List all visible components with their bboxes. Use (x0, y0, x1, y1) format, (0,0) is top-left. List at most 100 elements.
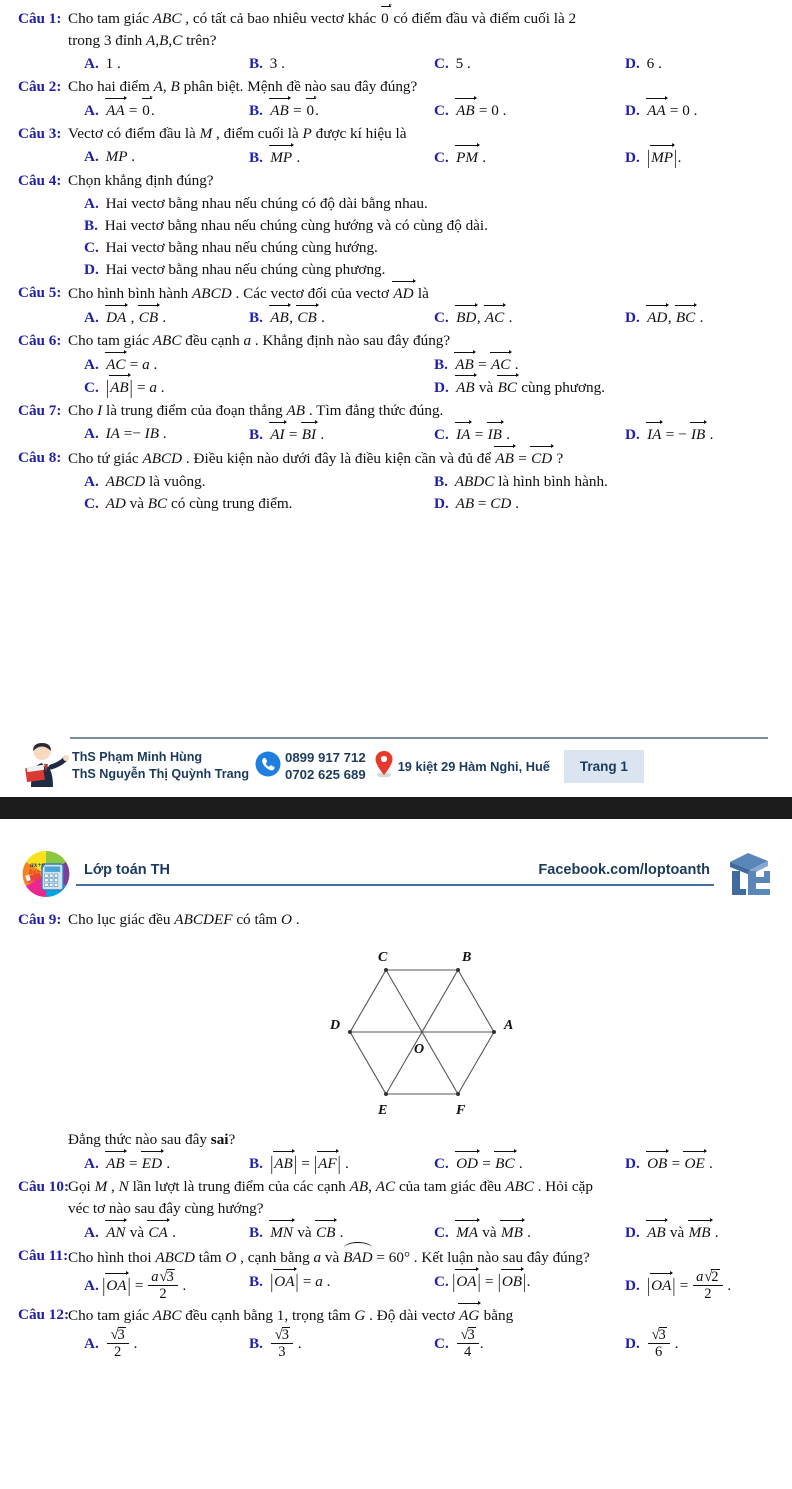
page-separator-wrap (0, 789, 792, 831)
option-5-d[interactable]: D. AD, BC . (599, 302, 776, 329)
question-8-label: Câu 8: (18, 449, 62, 466)
teacher-names: ThS Phạm Minh Hùng ThS Nguyễn Thị Quỳnh … (72, 749, 249, 783)
question-6-body: Cho tam giác ABC đều cạnh a . Khẳng định… (68, 330, 776, 399)
question-5-label: Câu 5: (18, 284, 62, 301)
option-12-c[interactable]: C. √3 4. (422, 1327, 599, 1361)
question-1-body: Cho tam giác ABC , có tất cả bao nhiêu v… (68, 4, 776, 75)
question-8: Câu 8: Cho tứ giác ABCD . Điều kiện nào … (0, 443, 792, 515)
address-text: 19 kiệt 29 Hàm Nghi, Huế (397, 758, 550, 774)
option-12-d[interactable]: D. √3 6 . (599, 1327, 776, 1361)
option-1-d[interactable]: D. 6 . (599, 53, 776, 75)
question-9-body: Cho lục giác đều ABCDEF có tâm O . A B C… (68, 909, 776, 1175)
question-11-body: Cho hình thoi ABCD tâm O , cạnh bằng a v… (68, 1242, 776, 1303)
option-6-c[interactable]: C. |AB| = a . (68, 372, 422, 399)
option-6-d[interactable]: D. AB và BC cùng phương. (422, 372, 776, 399)
question-4-options: A. Hai vectơ bằng nhau nếu chúng có độ d… (68, 193, 776, 281)
option-9-a[interactable]: A. AB = ED . (68, 1148, 245, 1175)
question-3-label: Câu 3: (18, 125, 62, 142)
option-8-b[interactable]: B. ABDC là hình bình hành. (422, 471, 776, 493)
question-4-body: Chọn khẳng định đúng? A. Hai vectơ bằng … (68, 170, 776, 281)
question-9: Câu 9: Cho lục giác đều ABCDEF có tâm O … (0, 909, 792, 1175)
question-6-stem: Cho tam giác ABC đều cạnh a . Khẳng định… (68, 332, 451, 349)
option-11-c[interactable]: C. |OA| = |OB|. (422, 1266, 599, 1303)
option-6-a[interactable]: A. AC = a . (68, 349, 422, 376)
teacher-name-1: ThS Phạm Minh Hùng (72, 750, 203, 764)
question-7-label: Câu 7: (18, 402, 62, 419)
option-2-c[interactable]: C. AB = 0 . (422, 95, 599, 122)
option-3-a[interactable]: A. MP . (68, 146, 245, 169)
question-2-options: A. AA = 0. B. AB = 0. C. AB = 0 . D. AA … (68, 95, 776, 122)
option-10-d[interactable]: D. AB và MB . (599, 1217, 776, 1244)
option-2-d[interactable]: D. AA = 0 . (599, 95, 776, 122)
regular-hexagon-figure: A B C D E F O (68, 937, 776, 1127)
question-9-label: Câu 9: (18, 911, 62, 928)
hexagon-vertex-e: E (377, 1103, 387, 1118)
option-7-b[interactable]: B. AI = BI . (245, 419, 422, 446)
question-2-stem: Cho hai điểm A, B phân biệt. Mệnh đề nào… (68, 78, 418, 95)
option-11-b[interactable]: B. |OA| = a . (245, 1266, 422, 1303)
question-9-stem: Cho lục giác đều ABCDEF có tâm O . (68, 911, 300, 928)
phone-number-1: 0899 917 712 (285, 750, 366, 765)
option-12-b[interactable]: B. √3 3 . (245, 1327, 422, 1361)
page-separator (0, 797, 792, 819)
question-10-label: Câu 10: (18, 1178, 70, 1195)
brand-title: Lớp toán TH (84, 862, 171, 878)
option-12-a[interactable]: A. √3 2 . (68, 1327, 245, 1361)
option-3-d[interactable]: D. |MP|. (599, 142, 776, 169)
option-11-d[interactable]: D. |OA| = a√2 2 . (599, 1269, 776, 1303)
page-number-badge: Trang 1 (563, 749, 644, 783)
option-10-a[interactable]: A. AN và CA . (68, 1217, 245, 1244)
option-11-a[interactable]: A. |OA| = a√3 2 . (68, 1269, 245, 1303)
option-10-b[interactable]: B. MN và CB . (245, 1217, 422, 1244)
question-7-options: A. IA =− IB . B. AI = BI . C. IA = IB . … (68, 419, 776, 446)
question-12: Câu 12: Cho tam giác ABC đều cạnh bằng 1… (0, 1300, 792, 1361)
hexagon-center-o: O (414, 1042, 424, 1057)
question-8-stem: Cho tứ giác ABCD . Điều kiện nào dưới đâ… (68, 443, 776, 470)
facebook-link[interactable]: Facebook.com/loptoanth (538, 862, 710, 878)
option-7-c[interactable]: C. IA = IB . (422, 419, 599, 446)
option-1-c[interactable]: C. 5 . (422, 53, 599, 75)
question-7-body: Cho I là trung điểm của đoạn thẳng AB . … (68, 400, 776, 446)
option-9-b[interactable]: B. |AB| = |AF| . (245, 1148, 422, 1175)
teacher-avatar-icon (18, 743, 70, 789)
question-1-options: A. 1 . B. 3 . C. 5 . D. 6 . (68, 53, 776, 75)
page-2-header-bar: Lớp toán TH Facebook.com/loptoanth (76, 862, 714, 886)
svg-text:bx+: bx+ (29, 867, 41, 876)
option-8-c[interactable]: C. AD và BC có cùng trung điểm. (68, 493, 422, 515)
question-2-body: Cho hai điểm A, B phân biệt. Mệnh đề nào… (68, 76, 776, 122)
option-4-c[interactable]: C. Hai vectơ bằng nhau nếu chúng cùng hư… (68, 237, 776, 259)
question-11: Câu 11: Cho hình thoi ABCD tâm O , cạnh … (0, 1242, 792, 1303)
option-9-c[interactable]: C. OD = BC . (422, 1148, 599, 1175)
option-2-a[interactable]: A. AA = 0. (68, 95, 245, 122)
option-7-a[interactable]: A. IA =− IB . (68, 423, 245, 446)
option-8-a[interactable]: A. ABCD là vuông. (68, 471, 422, 493)
option-5-a[interactable]: A. DA , CB . (68, 302, 245, 329)
question-11-stem: Cho hình thoi ABCD tâm O , cạnh bằng a v… (68, 1242, 776, 1269)
option-4-b[interactable]: B. Hai vectơ bằng nhau nếu chúng cùng hư… (68, 215, 776, 237)
option-4-d[interactable]: D. Hai vectơ bằng nhau nếu chúng cùng ph… (68, 259, 776, 281)
option-5-c[interactable]: C. BD, AC . (422, 302, 599, 329)
question-12-options: A. √3 2 . B. √3 3 . C. √3 4. D. √3 6 . (68, 1327, 776, 1361)
question-7: Câu 7: Cho I là trung điểm của đoạn thẳn… (0, 400, 792, 446)
option-2-b[interactable]: B. AB = 0. (245, 95, 422, 122)
question-3: Câu 3: Vectơ có điểm đầu là M , điểm cuố… (0, 123, 792, 169)
option-3-c[interactable]: C. PM . (422, 142, 599, 169)
page-2: ax+y bx+ Lớp toán TH Facebook.com/loptoa… (0, 831, 792, 1361)
page-1: Câu 1: Cho tam giác ABC , có tất cả bao … (0, 0, 792, 789)
question-3-options: A. MP . B. MP . C. PM . D. |MP|. (68, 142, 776, 169)
option-9-d[interactable]: D. OB = OE . (599, 1148, 776, 1175)
option-10-c[interactable]: C. MA và MB . (422, 1217, 599, 1244)
hexagon-vertex-a: A (503, 1018, 513, 1033)
question-4: Câu 4: Chọn khẳng định đúng? A. Hai vect… (0, 170, 792, 281)
option-1-a[interactable]: A. 1 . (68, 53, 245, 75)
question-3-body: Vectơ có điểm đầu là M , điểm cuối là P … (68, 123, 776, 169)
option-3-b[interactable]: B. MP . (245, 142, 422, 169)
question-9-sub-stem: Đẳng thức nào sau đây sai? (68, 1131, 236, 1148)
option-5-b[interactable]: B. AB, CB . (245, 302, 422, 329)
option-7-d[interactable]: D. IA = − IB . (599, 419, 776, 446)
question-12-body: Cho tam giác ABC đều cạnh bằng 1, trọng … (68, 1300, 776, 1361)
option-8-d[interactable]: D. AB = CD . (422, 493, 776, 515)
option-4-a[interactable]: A. Hai vectơ bằng nhau nếu chúng có độ d… (68, 193, 776, 215)
option-1-b[interactable]: B. 3 . (245, 53, 422, 75)
question-7-stem: Cho I là trung điểm của đoạn thẳng AB . … (68, 402, 444, 419)
